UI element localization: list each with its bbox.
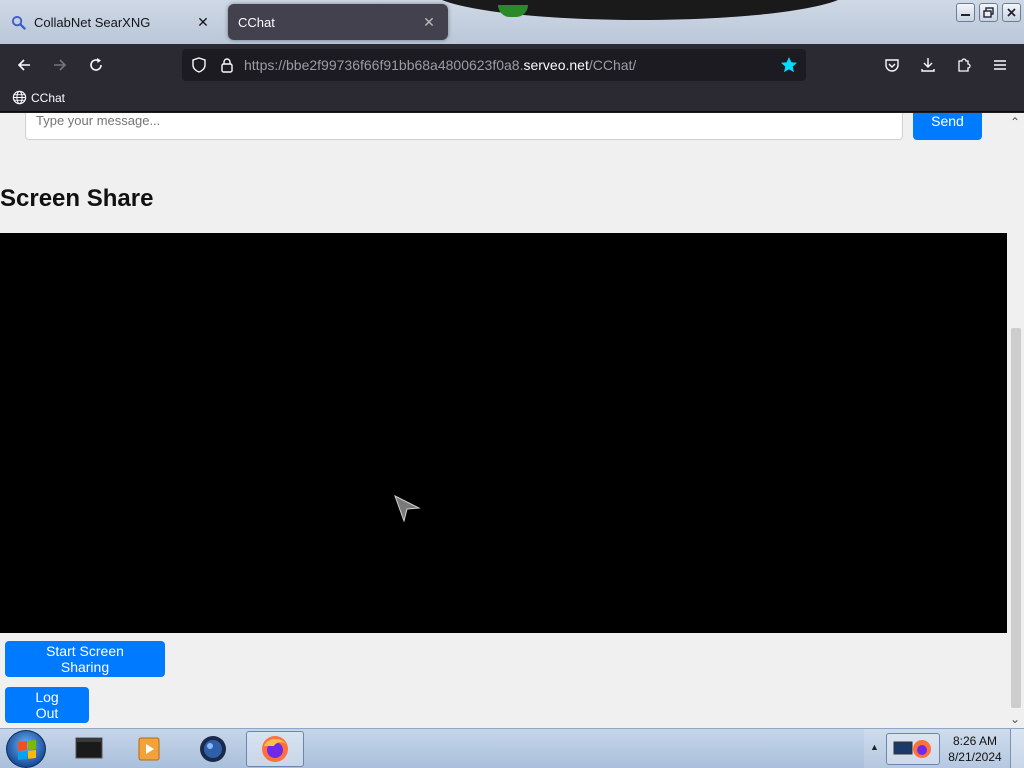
menu-button[interactable] (986, 51, 1014, 79)
pocket-icon (885, 59, 899, 72)
clock-date: 8/21/2024 (948, 750, 1002, 764)
reload-button[interactable] (82, 51, 110, 79)
tab-close-icon[interactable]: ✕ (420, 13, 438, 31)
hamburger-icon (994, 60, 1006, 70)
show-desktop-button[interactable] (1010, 729, 1024, 768)
puzzle-icon (958, 58, 971, 72)
url-domain: serveo.net (523, 57, 589, 73)
restore-button[interactable] (979, 3, 998, 22)
navigation-toolbar: https://bbe2f99736f66f91bb68a4800623f0a8… (0, 44, 1024, 86)
theme-decoration-dot (498, 5, 528, 17)
globe-app-icon (200, 736, 226, 762)
theme-decoration (430, 0, 850, 20)
taskbar-clock[interactable]: 8:26 AM 8/21/2024 (944, 733, 1006, 765)
back-arrow-icon (17, 59, 30, 71)
taskbar-terminal[interactable] (60, 731, 118, 767)
search-icon (10, 14, 26, 30)
tab-close-icon[interactable]: ✕ (194, 13, 212, 31)
tab-title: CollabNet SearXNG (34, 14, 151, 30)
tab-title: CChat (238, 14, 275, 30)
screen-share-video (0, 233, 1007, 633)
start-button[interactable] (6, 730, 46, 768)
lock-icon[interactable] (218, 56, 236, 74)
tray-active-app[interactable] (886, 733, 940, 765)
shield-icon[interactable] (190, 56, 208, 74)
reload-icon (90, 58, 102, 71)
extensions-button[interactable] (950, 51, 978, 79)
screen-share-heading: Screen Share (0, 185, 154, 212)
clock-time: 8:26 AM (952, 734, 998, 748)
pocket-button[interactable] (878, 51, 906, 79)
url-text: https://bbe2f99736f66f91bb68a4800623f0a8… (244, 57, 636, 73)
taskbar-globe-app[interactable] (184, 731, 242, 767)
log-out-button[interactable]: Log Out (5, 687, 89, 723)
forward-button[interactable] (46, 51, 74, 79)
remote-cursor-icon (394, 494, 421, 522)
system-tray: ▲ 8:26 AM 8/21/2024 (864, 729, 1024, 768)
firefox-icon (262, 736, 288, 762)
chevron-down-icon[interactable]: ⌄ (1010, 712, 1020, 726)
message-input[interactable] (25, 113, 903, 140)
tab-cchat[interactable]: CChat ✕ (228, 4, 448, 40)
terminal-icon (75, 737, 103, 759)
page-scrollbar[interactable]: ⌃ ⌄ (1007, 113, 1024, 728)
scrollbar-thumb[interactable] (1011, 328, 1021, 708)
url-bar[interactable]: https://bbe2f99736f66f91bb68a4800623f0a8… (182, 49, 806, 81)
downloads-button[interactable] (914, 51, 942, 79)
url-prefix: https://bbe2f99736f66f91bb68a4800623f0a8… (244, 57, 524, 73)
taskbar: ▲ 8:26 AM 8/21/2024 (0, 728, 1024, 768)
send-button[interactable]: Send (913, 113, 982, 140)
bookmark-label: CChat (31, 90, 66, 105)
globe-icon (12, 90, 27, 105)
taskbar-media-player[interactable] (120, 731, 178, 767)
close-window-button[interactable] (1002, 3, 1021, 22)
forward-arrow-icon (54, 59, 67, 71)
minimize-button[interactable] (956, 3, 975, 22)
bookmark-star-icon[interactable] (780, 56, 798, 74)
taskbar-firefox[interactable] (246, 731, 304, 767)
bookmark-cchat[interactable]: CChat (12, 90, 65, 105)
page-content: Send Screen Share Start Screen Sharing L… (0, 113, 1024, 728)
bookmarks-toolbar: CChat (0, 86, 1024, 112)
start-screen-sharing-button[interactable]: Start Screen Sharing (5, 641, 165, 677)
tray-app-icon (893, 740, 931, 758)
tab-collabnet-searxng[interactable]: CollabNet SearXNG ✕ (0, 4, 222, 40)
back-button[interactable] (10, 51, 38, 79)
media-player-icon (138, 737, 160, 761)
download-icon (921, 58, 935, 72)
chevron-up-icon[interactable]: ⌃ (1010, 115, 1020, 129)
tab-bar: CollabNet SearXNG ✕ CChat ✕ (0, 0, 1024, 44)
tray-expand-icon[interactable]: ▲ (870, 742, 879, 752)
url-path: /CChat/ (588, 57, 637, 73)
windows-logo-icon (18, 740, 36, 760)
